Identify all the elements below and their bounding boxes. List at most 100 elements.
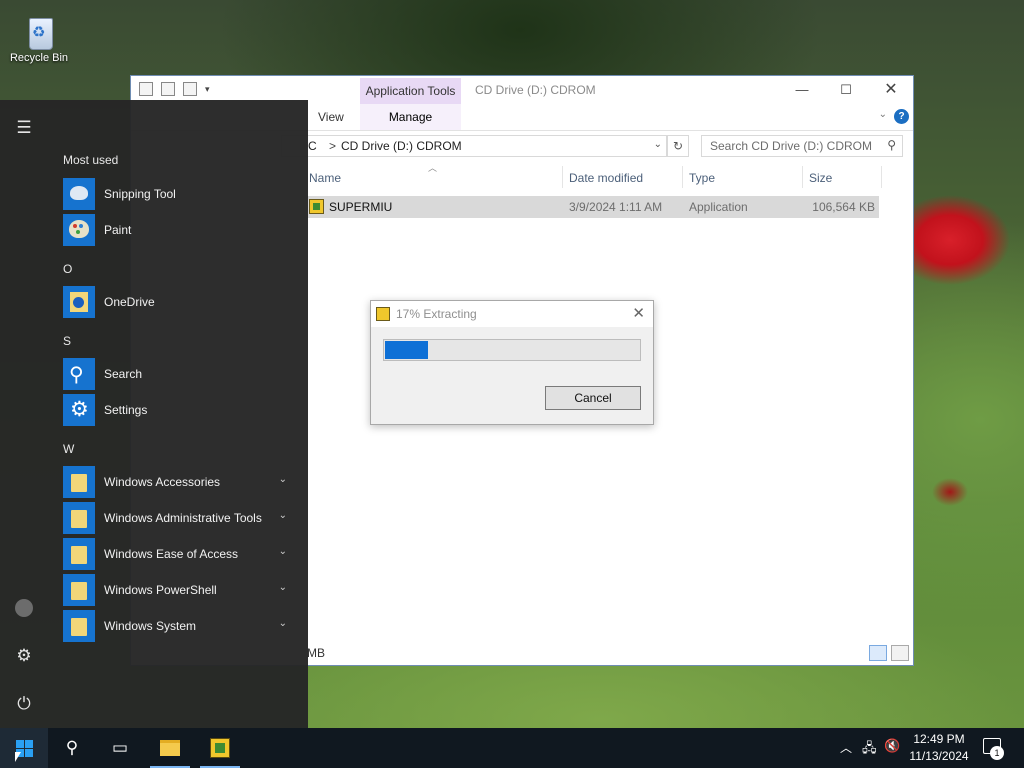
app-name: Windows Ease of Access	[104, 547, 239, 561]
snipping-tool-icon	[63, 178, 95, 210]
column-header-size[interactable]: Size	[809, 171, 832, 185]
app-name: Settings	[104, 403, 148, 417]
ribbon-expand-icon[interactable]: ⌄	[879, 109, 887, 120]
extract-progress-bar	[383, 339, 641, 361]
gear-icon: ⚙	[63, 394, 95, 426]
file-date-modified: 3/9/2024 1:11 AM	[569, 200, 663, 214]
address-separator-icon[interactable]: >	[329, 139, 336, 153]
address-path[interactable]: CD Drive (D:) CDROM	[341, 139, 462, 153]
app-name: Windows Accessories	[104, 475, 221, 489]
new-folder-icon[interactable]	[183, 82, 197, 96]
qat-dropdown-icon[interactable]: ▾	[205, 84, 210, 95]
start-button[interactable]	[0, 728, 48, 768]
folder-windows-accessories[interactable]: Windows Accessories ⌄	[63, 465, 293, 499]
properties-icon[interactable]	[139, 82, 153, 96]
checkbox-icon[interactable]	[161, 82, 175, 96]
app-settings[interactable]: ⚙ Settings	[63, 393, 293, 427]
refresh-button[interactable]: ↻	[667, 135, 689, 157]
taskbar-clock[interactable]: 12:49 PM 11/13/2024	[903, 731, 975, 765]
chevron-down-icon[interactable]: ⌄	[279, 618, 287, 629]
address-bar[interactable]: C > CD Drive (D:) CDROM ⌄	[281, 135, 667, 157]
cancel-button[interactable]: Cancel	[545, 386, 641, 410]
column-header-date-modified[interactable]: Date modified	[569, 171, 643, 185]
column-separator[interactable]	[562, 166, 563, 188]
taskbar-search-button[interactable]: ⚲	[48, 728, 96, 768]
chevron-down-icon[interactable]: ⌄	[279, 510, 287, 521]
app-search[interactable]: ⚲ Search	[63, 357, 293, 391]
taskbar: ⚲ ▭ ︿ 🖧 🔇 12:49 PM 11/13/2024 1	[0, 728, 1024, 768]
search-icon: ⚲	[65, 738, 79, 757]
desktop-icon-label: Recycle Bin	[9, 52, 69, 64]
volume-muted-icon[interactable]: 🔇	[884, 738, 900, 754]
column-header-type[interactable]: Type	[689, 171, 715, 185]
taskbar-supermiu-app[interactable]	[196, 728, 244, 768]
app-onedrive[interactable]: OneDrive	[63, 285, 293, 319]
settings-icon[interactable]: ⚙	[12, 644, 36, 668]
file-row-supermiu[interactable]: SUPERMIU 3/9/2024 1:11 AM Application 10…	[307, 196, 879, 218]
search-icon: ⚲	[63, 358, 95, 390]
application-tools-tab: Application Tools	[360, 78, 461, 104]
clock-date: 11/13/2024	[909, 749, 969, 763]
help-icon[interactable]: ?	[894, 109, 909, 124]
column-separator[interactable]	[682, 166, 683, 188]
app-name: Windows Administrative Tools	[104, 511, 262, 525]
folder-icon	[63, 466, 95, 498]
chevron-down-icon[interactable]: ⌄	[279, 474, 287, 485]
tab-view[interactable]: View	[318, 110, 344, 124]
supermiu-app-icon	[210, 738, 230, 758]
details-view-icon[interactable]	[869, 645, 887, 661]
dialog-titlebar[interactable]: 17% Extracting ✕	[371, 301, 653, 327]
maximize-button[interactable]: ☐	[831, 80, 861, 100]
dialog-close-icon[interactable]: ✕	[632, 304, 645, 322]
folder-icon	[63, 538, 95, 570]
section-label-w[interactable]: W	[63, 442, 74, 456]
extract-dialog[interactable]: 17% Extracting ✕ Cancel	[370, 300, 654, 425]
dialog-title: 17% Extracting	[396, 307, 477, 321]
close-button[interactable]: ✕	[876, 80, 906, 100]
mouse-cursor-icon	[15, 752, 21, 762]
tab-manage[interactable]: Manage	[360, 104, 461, 130]
column-header-name[interactable]: Name	[309, 171, 341, 185]
application-icon	[376, 307, 390, 321]
large-icons-view-icon[interactable]	[891, 645, 909, 661]
address-history-dropdown-icon[interactable]: ⌄	[654, 139, 662, 150]
folder-windows-administrative-tools[interactable]: Windows Administrative Tools ⌄	[63, 501, 293, 535]
folder-windows-powershell[interactable]: Windows PowerShell ⌄	[63, 573, 293, 607]
section-label-s[interactable]: S	[63, 334, 71, 348]
chevron-down-icon[interactable]: ⌄	[279, 582, 287, 593]
section-label-most-used: Most used	[63, 153, 119, 167]
column-separator[interactable]	[881, 166, 882, 188]
section-label-o[interactable]: O	[63, 262, 72, 276]
start-menu[interactable]: ☰ ⚙ ⏻ Most used Snipping Tool Paint O On…	[0, 100, 308, 728]
app-name: Paint	[104, 223, 132, 237]
hamburger-icon[interactable]: ☰	[12, 116, 36, 140]
task-view-button[interactable]: ▭	[96, 728, 144, 768]
power-icon[interactable]: ⏻	[12, 692, 36, 716]
app-paint[interactable]: Paint	[63, 213, 293, 247]
sort-ascending-icon: ︿	[428, 163, 438, 173]
taskbar-file-explorer[interactable]	[146, 728, 194, 768]
app-snipping-tool[interactable]: Snipping Tool	[63, 177, 293, 211]
clock-time: 12:49 PM	[913, 732, 965, 746]
file-size: 106,564 KB	[812, 200, 875, 214]
folder-windows-system[interactable]: Windows System ⌄	[63, 609, 293, 643]
search-box[interactable]: Search CD Drive (D:) CDROM ⚲	[701, 135, 903, 157]
notification-count-badge: 1	[990, 746, 1004, 760]
address-prefix[interactable]: C	[308, 139, 317, 153]
user-icon[interactable]	[15, 599, 33, 617]
window-title: CD Drive (D:) CDROM	[475, 83, 596, 97]
start-rail: ☰ ⚙ ⏻	[0, 100, 48, 728]
app-name: Snipping Tool	[104, 187, 176, 201]
quick-access-toolbar: ▾	[139, 82, 210, 96]
desktop-icon-recycle-bin[interactable]: ♻ Recycle Bin	[4, 14, 74, 64]
folder-icon	[63, 502, 95, 534]
network-icon[interactable]: 🖧	[862, 739, 877, 761]
chevron-down-icon[interactable]: ⌄	[279, 546, 287, 557]
search-input[interactable]: Search CD Drive (D:) CDROM	[710, 139, 872, 153]
folder-windows-ease-of-access[interactable]: Windows Ease of Access ⌄	[63, 537, 293, 571]
show-hidden-icons-icon[interactable]: ︿	[840, 739, 852, 756]
file-name: SUPERMIU	[329, 200, 393, 214]
minimize-button[interactable]: —	[787, 80, 817, 100]
column-separator[interactable]	[802, 166, 803, 188]
progress-fill	[385, 341, 428, 359]
